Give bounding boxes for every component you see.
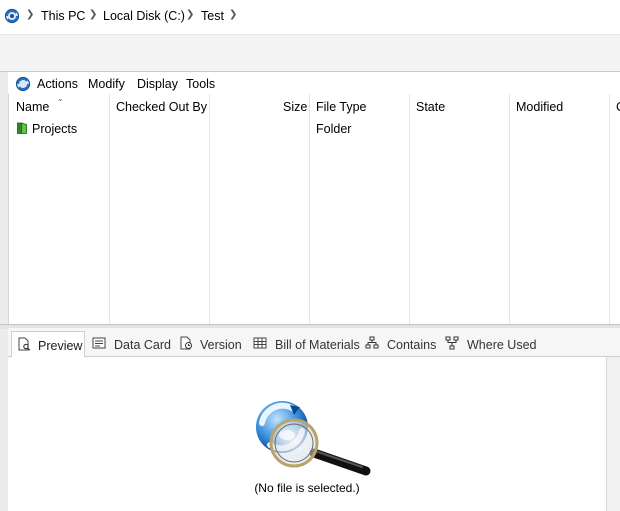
- menu-modify[interactable]: Modify: [88, 77, 125, 91]
- column-header-modified[interactable]: Modified: [516, 100, 563, 114]
- menu-display[interactable]: Display: [137, 77, 178, 91]
- column-divider: [409, 94, 410, 324]
- hierarchy-icon: [365, 336, 379, 350]
- left-pane-edge: [0, 72, 8, 511]
- column-header-size[interactable]: Size: [283, 100, 307, 114]
- column-divider: [609, 94, 610, 324]
- breadcrumb-test[interactable]: Test: [201, 9, 224, 23]
- breadcrumb-local-disk[interactable]: Local Disk (C:): [103, 9, 185, 23]
- tab-label-contains: Contains: [387, 338, 437, 352]
- table-grid-icon: [253, 336, 267, 350]
- folder-icon: [17, 122, 27, 134]
- column-header-state[interactable]: State: [416, 100, 445, 114]
- address-bar[interactable]: ❯ This PC ❯ Local Disk (C:) ❯ Test ❯: [0, 0, 620, 35]
- column-header-file-type[interactable]: File Type: [316, 100, 367, 114]
- column-divider: [509, 94, 510, 324]
- vault-menu-icon[interactable]: [15, 76, 31, 92]
- no-file-message: (No file is selected.): [254, 481, 360, 495]
- vault-icon[interactable]: [4, 8, 20, 24]
- tab-preview[interactable]: Preview: [11, 331, 85, 358]
- column-header-name[interactable]: Name: [16, 100, 49, 114]
- tab-contains[interactable]: Contains: [365, 331, 440, 356]
- sort-chevron-icon: ⌄: [57, 94, 64, 103]
- tab-label-bill-of-materials: Bill of Materials: [275, 338, 360, 352]
- column-header-c[interactable]: C: [616, 100, 620, 114]
- tab-label-preview: Preview: [38, 339, 83, 353]
- tab-bill-of-materials[interactable]: Bill of Materials: [253, 331, 360, 356]
- menu-bar: Actions Modify Display Tools: [8, 72, 620, 94]
- preview-page-icon: [17, 337, 31, 351]
- data-card-icon: [92, 336, 106, 350]
- column-divider: [309, 94, 310, 324]
- menu-actions[interactable]: Actions: [37, 77, 78, 91]
- command-band: [0, 35, 620, 72]
- chevron-right-icon[interactable]: ❯: [26, 9, 34, 20]
- preview-pane: (No file is selected.): [8, 357, 606, 511]
- where-used-icon: [445, 336, 459, 350]
- menu-tools[interactable]: Tools: [186, 77, 215, 91]
- tab-label-where-used: Where Used: [467, 338, 537, 352]
- tab-label-version: Version: [200, 338, 242, 352]
- column-header-checked-out-by[interactable]: Checked Out By: [116, 100, 207, 114]
- preview-tabs: Preview Data Card Version Bill of Materi…: [8, 328, 620, 358]
- right-pane-edge: [606, 357, 620, 511]
- no-file-magnifier-icon: [248, 397, 383, 477]
- chevron-right-icon[interactable]: ❯: [186, 9, 194, 20]
- breadcrumb-this-pc[interactable]: This PC: [41, 9, 85, 23]
- version-icon: [179, 336, 193, 350]
- tab-version[interactable]: Version: [178, 331, 248, 356]
- file-list[interactable]: ⌄ Name Checked Out By Size File Type Sta…: [8, 94, 620, 324]
- tab-where-used[interactable]: Where Used: [445, 331, 537, 356]
- tab-data-card[interactable]: Data Card: [92, 331, 172, 356]
- column-divider: [109, 94, 110, 324]
- tab-label-data-card: Data Card: [114, 338, 171, 352]
- row-name[interactable]: Projects: [32, 122, 77, 136]
- column-divider: [209, 94, 210, 324]
- chevron-right-icon[interactable]: ❯: [89, 9, 97, 20]
- row-file-type: Folder: [316, 122, 352, 136]
- chevron-right-icon[interactable]: ❯: [229, 9, 237, 20]
